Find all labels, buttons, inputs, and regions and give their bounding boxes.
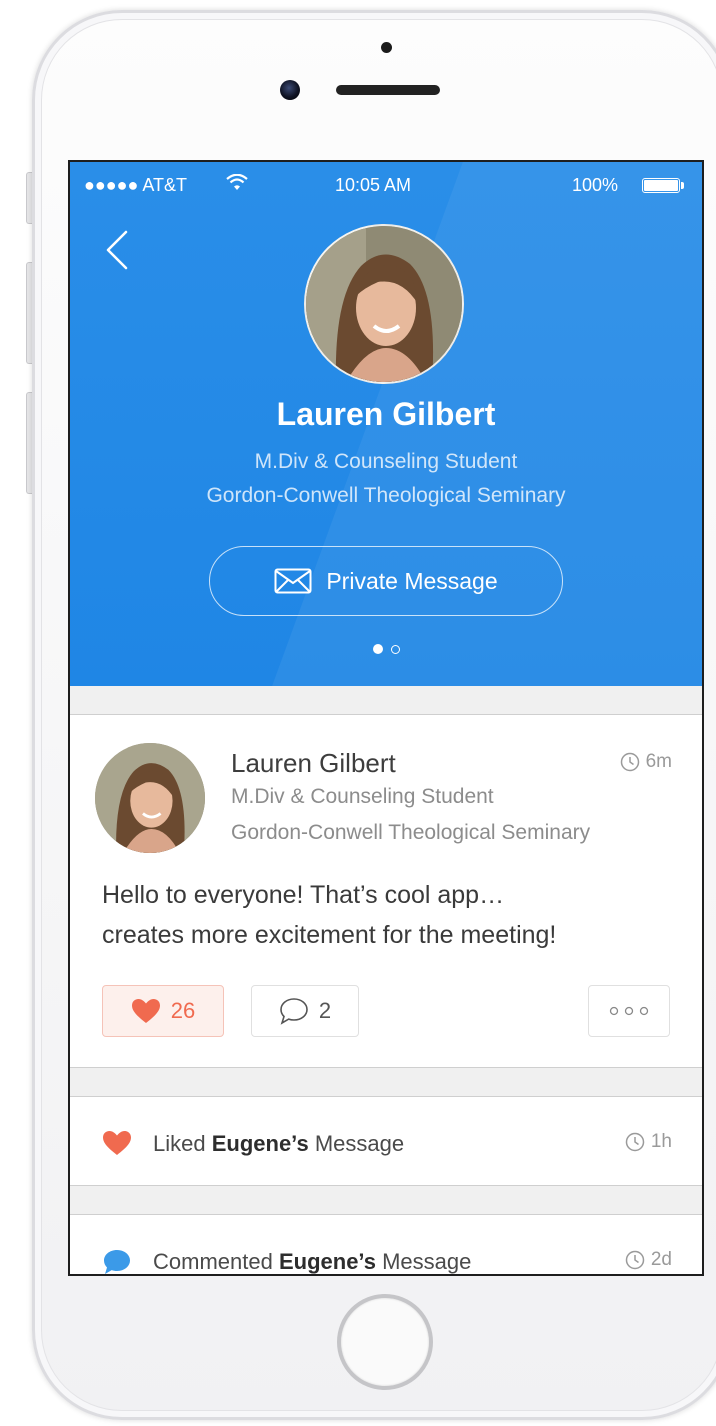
post-body-line: creates more excitement for the meeting! — [102, 921, 557, 949]
status-bar: ●●●●● AT&T 10:05 AM 100% — [70, 162, 702, 202]
private-message-button[interactable]: Private Message — [209, 546, 563, 616]
post-author-name[interactable]: Lauren Gilbert — [231, 748, 396, 779]
comment-bubble-icon — [280, 998, 308, 1025]
clock-icon — [625, 1132, 645, 1152]
activity-row-commented[interactable]: Commented Eugene’s Message 2d — [70, 1214, 702, 1274]
profile-name: Lauren Gilbert — [276, 396, 496, 432]
profile-photo — [306, 226, 462, 382]
activity-object: Message — [382, 1249, 472, 1274]
activity-text: Commented Eugene’s Message — [153, 1249, 471, 1274]
comment-icon — [104, 1250, 130, 1274]
activity-subject[interactable]: Eugene’s — [212, 1131, 309, 1156]
post-body: Hello to everyone! That’s cool app… crea… — [102, 875, 682, 955]
carrier-label: ●●●●● AT&T — [84, 175, 188, 195]
activity-subject[interactable]: Eugene’s — [279, 1249, 376, 1274]
profile-avatar — [304, 224, 464, 384]
battery-percent: 100% — [572, 175, 619, 195]
page-indicator[interactable] — [70, 644, 702, 654]
clock-icon — [620, 752, 639, 772]
activity-timestamp: 2d — [625, 1249, 672, 1271]
clock-icon — [625, 1250, 645, 1270]
post-author-role: M.Div & Counseling Student — [231, 785, 494, 808]
activity-row-liked[interactable]: Liked Eugene’s Message 1h — [70, 1096, 702, 1186]
more-options-button[interactable] — [588, 985, 670, 1037]
profile-role: M.Div & Counseling Student — [254, 450, 518, 473]
like-count: 26 — [170, 998, 196, 1023]
like-button[interactable]: 26 — [102, 985, 224, 1037]
profile-school: Gordon-Conwell Theological Seminary — [206, 484, 566, 507]
post-timestamp: 6m — [620, 751, 672, 773]
earpiece-speaker — [336, 85, 440, 95]
post-author-school: Gordon-Conwell Theological Seminary — [231, 821, 591, 844]
back-chevron-icon[interactable] — [102, 228, 136, 272]
post-time-label: 6m — [645, 751, 672, 772]
post-body-line: Hello to everyone! That’s cool app… — [102, 881, 505, 909]
home-button[interactable] — [337, 1294, 433, 1390]
activity-verb: Liked — [153, 1131, 206, 1156]
page-dot-active[interactable] — [372, 644, 383, 654]
author-photo — [95, 743, 205, 853]
app-screen: ●●●●● AT&T 10:05 AM 100% Lauren Gilbert … — [68, 160, 704, 1276]
heart-icon — [103, 1131, 131, 1155]
front-camera — [280, 80, 300, 100]
proximity-sensor — [381, 42, 392, 53]
activity-text: Liked Eugene’s Message — [153, 1131, 404, 1157]
battery-icon — [642, 178, 680, 193]
activity-object: Message — [314, 1131, 405, 1156]
profile-header: ●●●●● AT&T 10:05 AM 100% Lauren Gilbert … — [70, 162, 702, 686]
activity-verb: Commented — [153, 1249, 273, 1274]
envelope-icon — [274, 568, 312, 594]
post-author-avatar[interactable] — [95, 743, 205, 853]
wifi-icon — [226, 174, 248, 190]
private-message-label: Private Message — [326, 567, 498, 594]
activity-time-label: 1h — [650, 1131, 672, 1152]
comment-count: 2 — [318, 998, 332, 1023]
more-dots-icon — [609, 1006, 649, 1016]
comment-button[interactable]: 2 — [251, 985, 359, 1037]
heart-icon — [131, 999, 160, 1023]
clock-label: 10:05 AM — [335, 175, 412, 195]
post-card: Lauren Gilbert 6m M.Div & Counseling Stu… — [70, 714, 702, 1068]
page-dot-inactive[interactable] — [390, 645, 400, 654]
activity-timestamp: 1h — [625, 1131, 672, 1153]
activity-time-label: 2d — [650, 1249, 672, 1270]
